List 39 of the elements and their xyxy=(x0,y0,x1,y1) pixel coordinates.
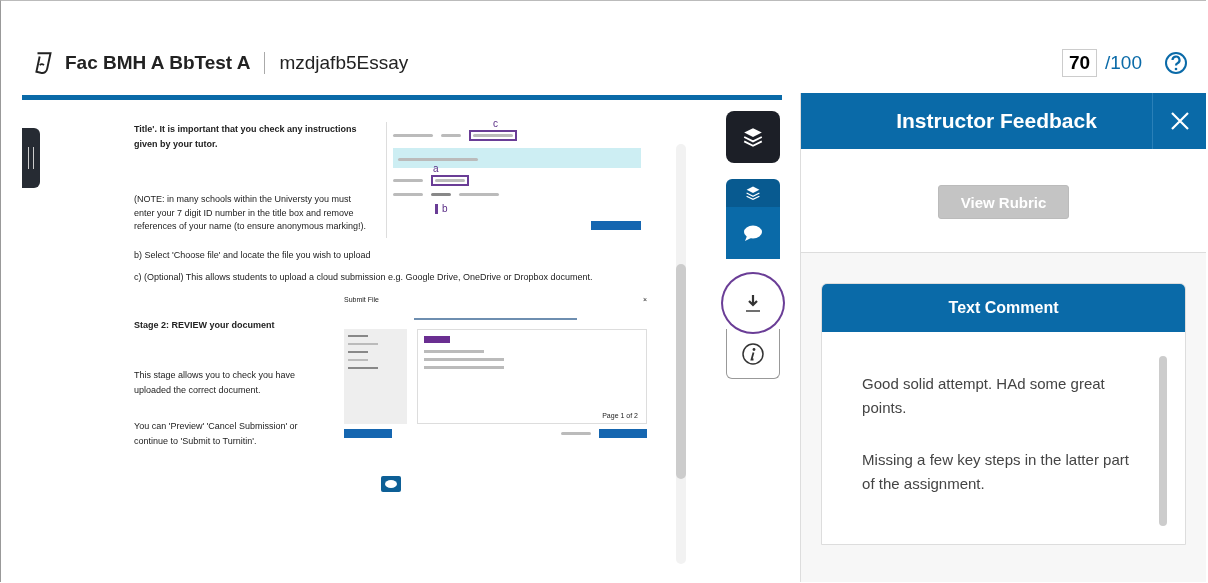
blurred-text xyxy=(561,432,591,435)
logo-image xyxy=(424,336,450,343)
info-icon xyxy=(741,341,766,366)
course-title: Fac BMH A BbTest A xyxy=(65,52,251,74)
info-button[interactable] xyxy=(726,329,781,379)
panel-title: Instructor Feedback xyxy=(895,109,1098,133)
layers-button[interactable] xyxy=(726,111,781,163)
side-handle[interactable] xyxy=(22,128,40,188)
paragraph: Title'. It is important that you check any instructions given by your tutor. xyxy=(134,123,358,152)
max-score: /100 xyxy=(1105,52,1142,74)
score-field[interactable]: 70 xyxy=(1061,49,1097,77)
section-heading: Stage 2: REVIEW your document xyxy=(134,319,276,332)
comment-text: Good solid attempt. HAd some great points. xyxy=(862,374,1106,418)
comment-marker-icon[interactable] xyxy=(380,475,401,492)
layers-icon xyxy=(745,185,762,201)
help-icon[interactable] xyxy=(1164,51,1188,75)
card-title: Text Comment xyxy=(948,299,1059,317)
paragraph: (NOTE: in many schools within the Universty you must enter your 7 digit ID number in the title box and remove references of your name (to ensure anonymous marking!). xyxy=(134,192,368,234)
scrollbar[interactable] xyxy=(676,144,686,564)
paragraph: c) (Optional) This allows students to upload a cloud submission e.g. Google Drive, OneDrive or Dropbox document. xyxy=(134,272,594,282)
button-image xyxy=(599,429,647,438)
annotation-letter: a xyxy=(433,163,439,174)
layers-button[interactable] xyxy=(726,179,781,207)
scrollbar[interactable] xyxy=(1159,356,1167,526)
paragraph: This stage allows you to check you have uploaded the correct document. xyxy=(134,369,297,397)
comment-text: Missing a few key steps in the latter part of the assignment. xyxy=(862,450,1129,494)
comment-button[interactable] xyxy=(726,207,781,259)
button-image xyxy=(344,429,392,438)
paragraph: You can 'Preview' 'Cancel Submission' or continue to 'Submit to Turnitin'. xyxy=(134,420,299,448)
button-image xyxy=(591,221,641,230)
assignment-title: mzdjafb5Essay xyxy=(279,52,409,74)
highlight-box xyxy=(431,175,469,186)
annotation-letter: b xyxy=(442,203,448,214)
highlight-box xyxy=(469,130,517,141)
close-icon xyxy=(1169,111,1190,131)
paragraph: b) Select 'Choose file' and locate the file you wish to upload xyxy=(134,250,372,260)
speech-bubble-icon xyxy=(743,224,764,242)
layers-icon xyxy=(742,126,765,148)
annotation-letter: c xyxy=(493,118,498,129)
